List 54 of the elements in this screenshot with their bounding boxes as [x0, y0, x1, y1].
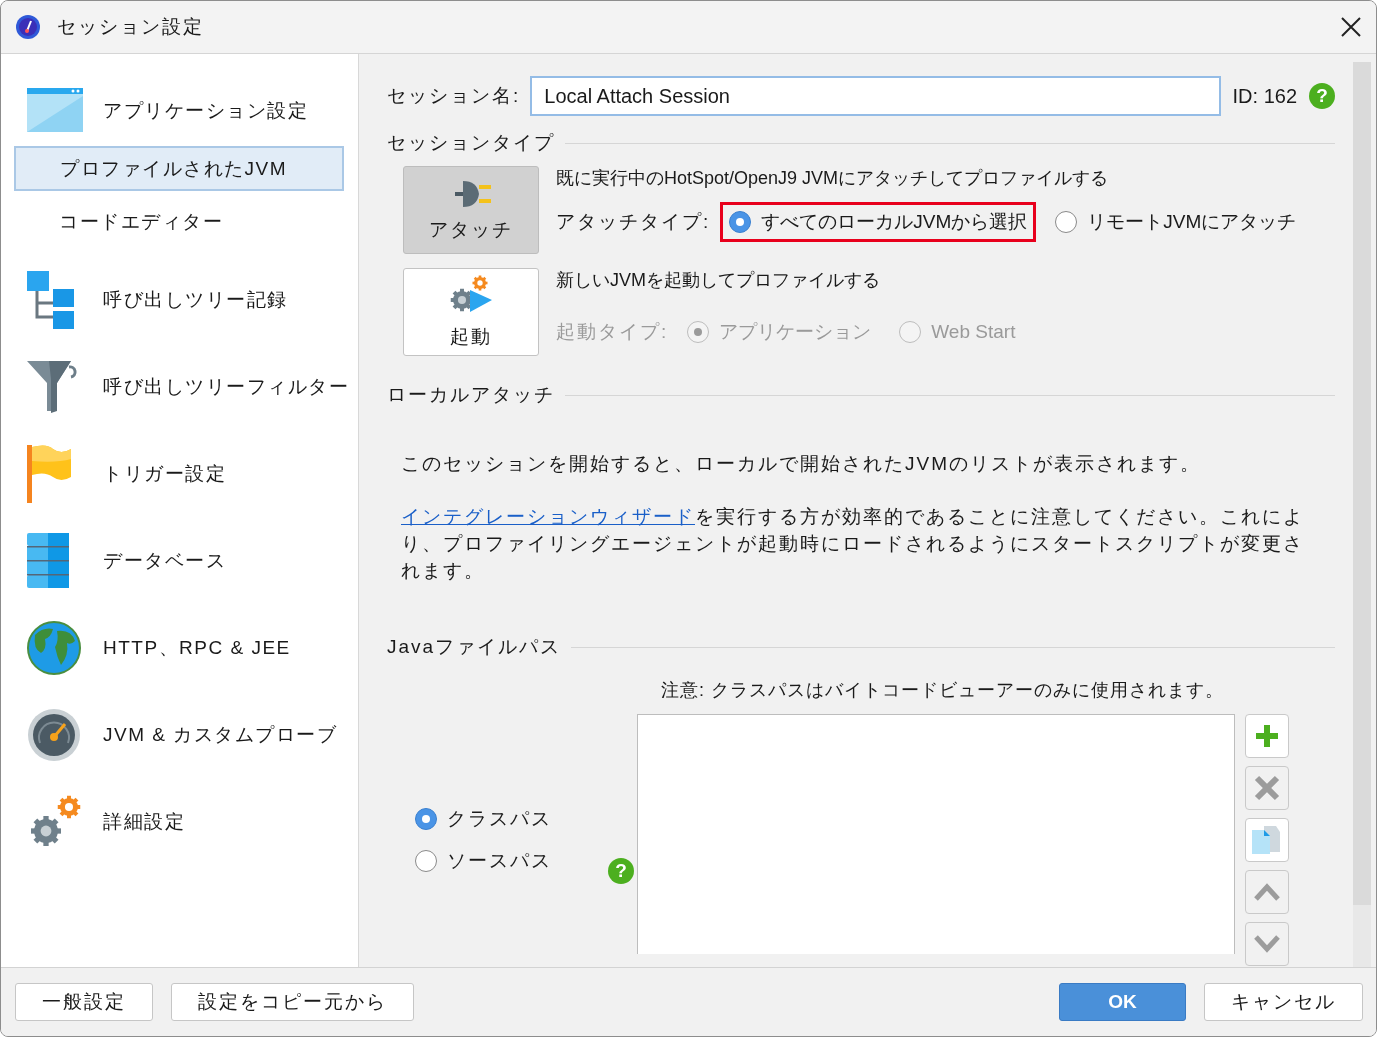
- footer-button[interactable]: キャンセル: [1204, 983, 1363, 1021]
- option-label: 起動タイプ:: [556, 320, 669, 344]
- list-tool-button[interactable]: [1245, 818, 1289, 862]
- section-heading: Javaファイルパス: [387, 635, 562, 659]
- radio-label[interactable]: すべてのローカルJVMから選択: [761, 209, 1028, 235]
- radio-label[interactable]: クラスパス: [447, 806, 552, 832]
- description-text: 既に実行中のHotSpot/OpenJ9 JVMにアタッチしてプロファイルする: [556, 167, 1110, 190]
- section-heading: セッションタイプ: [387, 131, 555, 155]
- close-icon: [1254, 775, 1280, 801]
- radio-button[interactable]: [415, 808, 437, 830]
- sidebar-item[interactable]: アプリケーション設定: [103, 98, 308, 124]
- sidebar-item[interactable]: 呼び出しツリーフィルター: [103, 373, 349, 400]
- field-label: セッション名:: [387, 84, 521, 108]
- session-name-field[interactable]: Local Attach Session: [530, 76, 1221, 116]
- copy-icon: [1252, 826, 1282, 854]
- sidebar-item[interactable]: 呼び出しツリー記録: [103, 286, 288, 313]
- section-heading: ローカルアタッチ: [387, 383, 555, 407]
- footer-button[interactable]: 設定をコピー元から: [171, 983, 414, 1021]
- gauge-icon: [15, 14, 41, 40]
- id-label: ID: 162: [1232, 84, 1297, 108]
- sidebar-item[interactable]: トリガー設定: [103, 460, 226, 487]
- note-text: 注意: クラスパスはバイトコードビューアーのみに使用されます。: [661, 679, 1225, 702]
- gauge-icon: [27, 707, 81, 762]
- sidebar-item[interactable]: HTTP、RPC & JEE: [103, 634, 291, 661]
- list-tool-button[interactable]: [1245, 714, 1289, 758]
- close-icon[interactable]: [1340, 16, 1362, 38]
- window-title: セッション設定: [57, 15, 205, 39]
- database-icon: [27, 532, 71, 589]
- scrollbar[interactable]: [1353, 62, 1371, 967]
- radio-label[interactable]: ソースパス: [447, 848, 552, 874]
- plus-icon: [1254, 723, 1280, 749]
- description-text: 新しいJVMを起動してプロファイルする: [556, 269, 881, 292]
- tree-icon: [27, 270, 75, 329]
- sidebar-item[interactable]: プロファイルされたJVM: [14, 146, 344, 191]
- radio-button[interactable]: [415, 850, 437, 872]
- radio-label[interactable]: リモートJVMにアタッチ: [1087, 209, 1297, 235]
- sidebar-item[interactable]: データベース: [103, 547, 226, 574]
- session-type-button[interactable]: アタッチ: [403, 166, 539, 254]
- option-label: アタッチタイプ:: [556, 210, 711, 234]
- info-text: このセッションを開始すると、ローカルで開始されたJVMのリストが表示されます。: [401, 452, 1202, 476]
- footer-button[interactable]: 一般設定: [15, 983, 153, 1021]
- chevron-up-icon: [1254, 883, 1280, 901]
- sidebar-item[interactable]: JVM & カスタムプローブ: [103, 721, 338, 748]
- sidebar-item[interactable]: コードエディター: [14, 199, 344, 244]
- sidebar-item[interactable]: 詳細設定: [103, 808, 185, 835]
- wizard-link[interactable]: インテグレーションウィザード: [401, 506, 695, 527]
- globe-icon: [27, 620, 81, 675]
- info-text: インテグレーションウィザード を実行する方が効率的であることに注意してください。これにより、プロファイリングエージェントが起動時にロードされるようにスタートスクリプトが変更されます。: [401, 505, 1305, 583]
- window-icon: [27, 88, 85, 134]
- flag-icon: [27, 444, 71, 503]
- funnel-icon: [27, 360, 79, 413]
- chevron-down-icon: [1254, 935, 1280, 953]
- radio-button[interactable]: [1055, 211, 1078, 233]
- radio-button[interactable]: [729, 211, 752, 233]
